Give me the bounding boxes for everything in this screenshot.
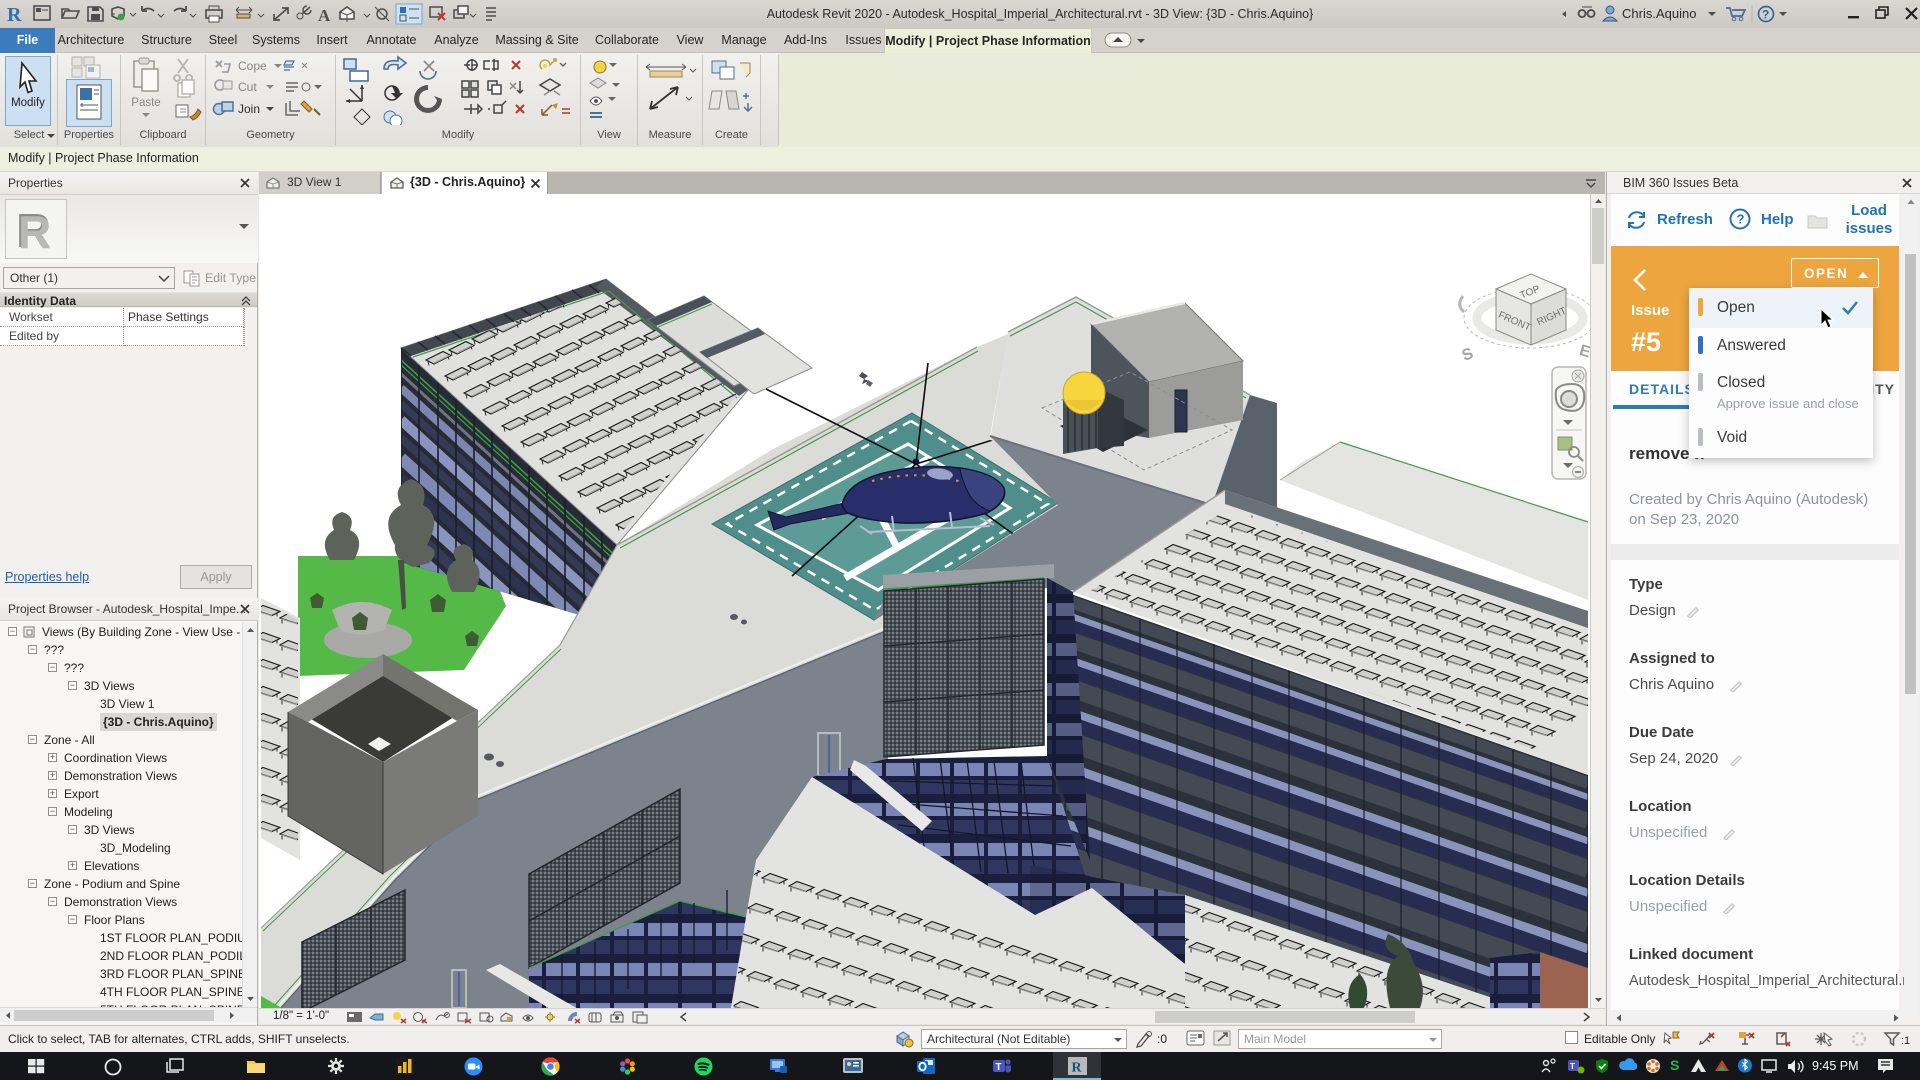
- svg-text:?: ?: [1737, 212, 1745, 227]
- svg-text:Cut: Cut: [238, 80, 257, 94]
- svg-text:T: T: [996, 1062, 1002, 1073]
- svg-text:R: R: [18, 206, 51, 255]
- svg-text:Chris.Aquino: Chris.Aquino: [1622, 6, 1696, 21]
- svg-text:Join: Join: [238, 102, 260, 116]
- svg-text:T: T: [1570, 1062, 1575, 1071]
- svg-text::1: :1: [1901, 1035, 1910, 1047]
- svg-text:R: R: [7, 4, 22, 25]
- svg-text:R: R: [1072, 1061, 1083, 1076]
- svg-text:Cope: Cope: [238, 59, 267, 73]
- svg-text:?: ?: [1762, 8, 1769, 22]
